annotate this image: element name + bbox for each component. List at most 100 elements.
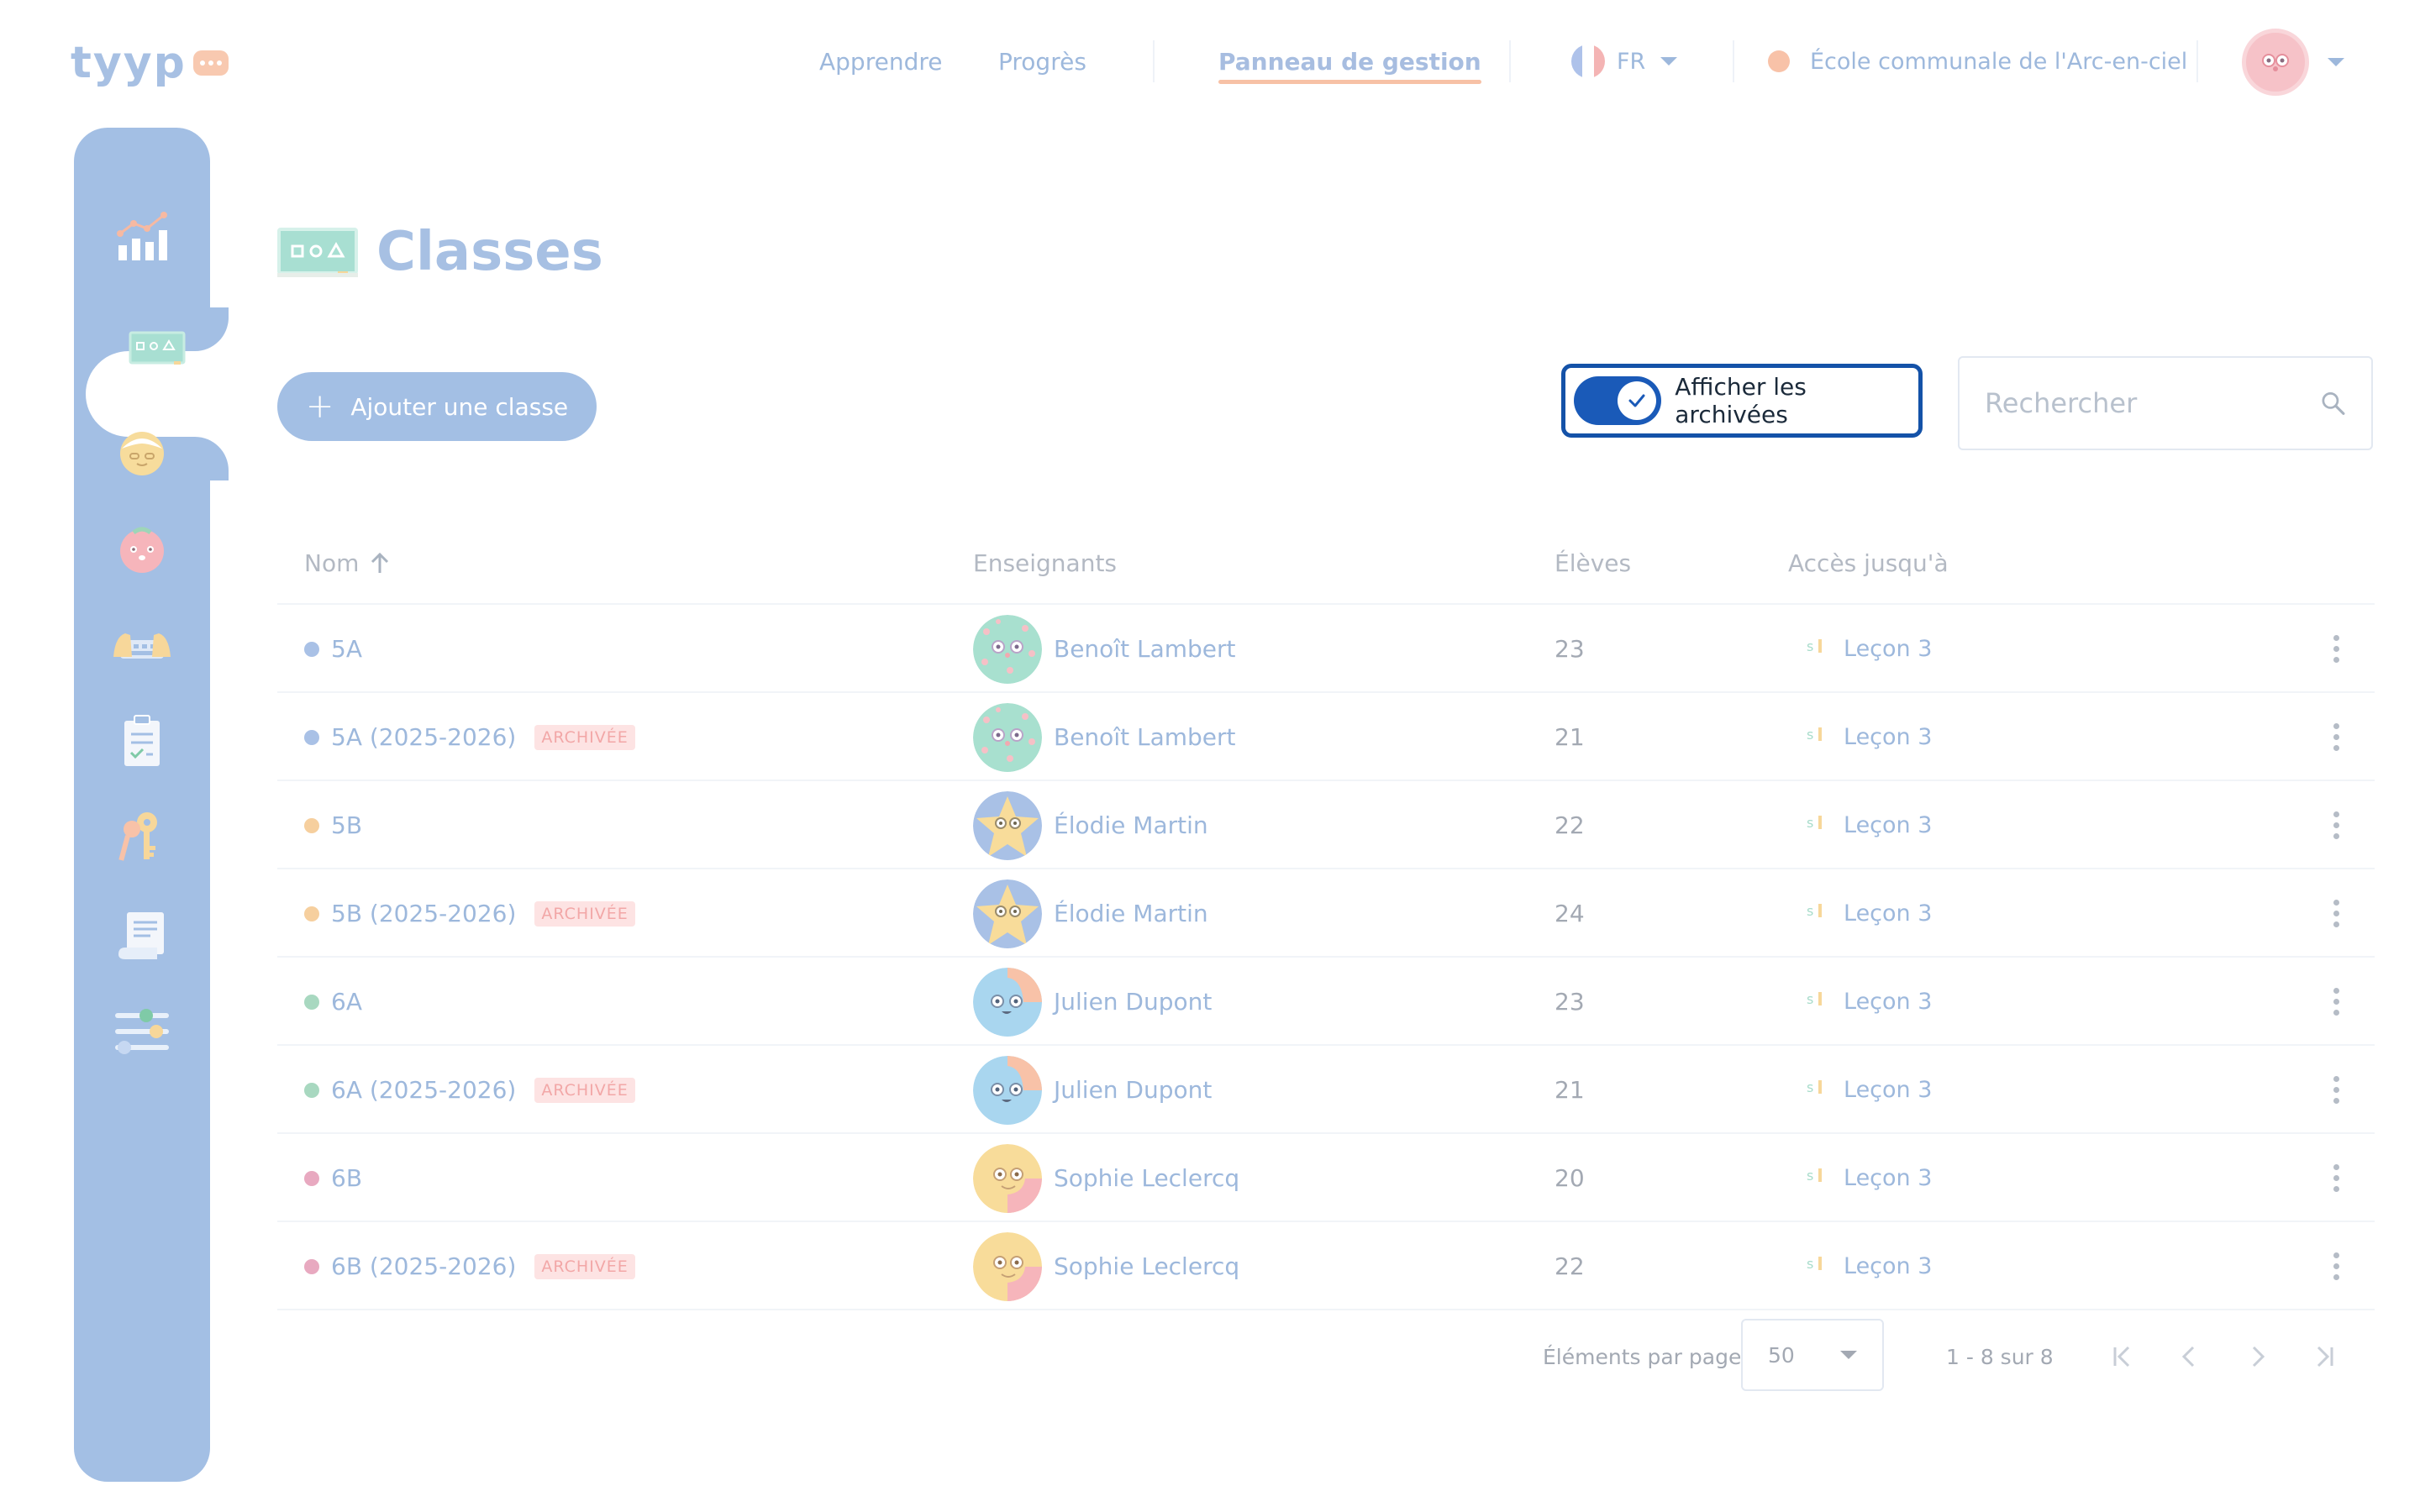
teacher-name[interactable]: Sophie Leclercq — [1054, 1164, 1239, 1192]
svg-text:s: s — [1807, 727, 1813, 743]
user-menu[interactable] — [2242, 29, 2344, 96]
next-page-button[interactable] — [2232, 1331, 2282, 1382]
nav-admin-panel[interactable]: Panneau de gestion — [1218, 34, 1481, 89]
last-page-icon — [2317, 1346, 2333, 1368]
sidebar-item-classes[interactable] — [86, 307, 229, 391]
archived-badge: ARCHIVÉE — [534, 1253, 635, 1279]
row-menu-button[interactable] — [2302, 605, 2370, 693]
column-header-label: Enseignants — [973, 549, 1118, 577]
row-menu-button[interactable] — [2302, 958, 2370, 1046]
table-row[interactable]: 5A Benoît Lambert 23 s Leçon 3 — [277, 605, 2375, 693]
row-menu-button[interactable] — [2302, 1046, 2370, 1134]
class-name-cell[interactable]: 6A — [304, 958, 362, 1046]
access-cell: s Leçon 3 — [1807, 869, 1932, 958]
language-selector[interactable]: FR — [1571, 42, 1678, 81]
previous-page-button[interactable] — [2165, 1331, 2215, 1382]
teacher-name[interactable]: Élodie Martin — [1054, 900, 1208, 927]
class-name: 6A (2025-2026) — [331, 1076, 517, 1104]
column-header-label: Accès jusqu'à — [1788, 549, 1949, 577]
first-page-icon — [2113, 1346, 2130, 1368]
add-class-button[interactable]: + Ajouter une classe — [277, 372, 597, 441]
sidebar-item-settings[interactable] — [74, 990, 210, 1074]
teacher-name[interactable]: Julien Dupont — [1054, 1076, 1212, 1104]
teacher-name[interactable]: Julien Dupont — [1054, 988, 1212, 1016]
page-header: Classes — [277, 210, 603, 294]
sidebar-item-students[interactable] — [74, 507, 210, 591]
table-row[interactable]: 6B Sophie Leclercq 20 s Leçon 3 — [277, 1134, 2375, 1222]
table-row[interactable]: 6B (2025-2026) ARCHIVÉE Sophie Leclercq 22 s… — [277, 1222, 2375, 1310]
teacher-cell: Élodie Martin — [973, 869, 1208, 958]
teacher-cell: Benoît Lambert — [973, 693, 1236, 781]
class-name-cell[interactable]: 5A (2025-2026) ARCHIVÉE — [304, 693, 635, 781]
sidebar-item-typing[interactable] — [74, 603, 210, 687]
archived-badge: ARCHIVÉE — [534, 1077, 635, 1103]
student-avatar-icon — [120, 527, 164, 573]
table-row[interactable]: 6A Julien Dupont 23 s Leçon 3 — [277, 958, 2375, 1046]
table-row[interactable]: 5B Élodie Martin 22 s Leçon 3 — [277, 781, 2375, 869]
row-menu-button[interactable] — [2302, 1222, 2370, 1310]
svg-text:s: s — [1807, 1256, 1813, 1272]
column-header-name[interactable]: Nom — [304, 521, 391, 605]
nav-learn[interactable]: Apprendre — [819, 34, 942, 89]
teacher-avatar — [973, 1055, 1042, 1125]
school-selector[interactable]: École communale de l'Arc-en-ciel — [1768, 42, 2187, 81]
class-name-cell[interactable]: 5A — [304, 605, 362, 693]
class-name-cell[interactable]: 6A (2025-2026) ARCHIVÉE — [304, 1046, 635, 1134]
app-root: tyyp Apprendre Progrès Panneau de gestio… — [0, 0, 2420, 1512]
lesson-icon: s — [1807, 1165, 1827, 1191]
svg-text:s: s — [1807, 903, 1813, 919]
teacher-avatar — [973, 1231, 1042, 1301]
plus-icon: + — [305, 387, 334, 426]
table-row[interactable]: 5B (2025-2026) ARCHIVÉE Élodie Martin 24 s Le… — [277, 869, 2375, 958]
pagination-range: 1 - 8 sur 8 — [1946, 1344, 2054, 1369]
search-input[interactable] — [1985, 387, 2320, 419]
clipboard-icon — [124, 715, 160, 766]
table-row[interactable]: 6A (2025-2026) ARCHIVÉE Julien Dupont 21 s Le… — [277, 1046, 2375, 1134]
teacher-name[interactable]: Benoît Lambert — [1054, 635, 1236, 663]
teacher-name[interactable]: Benoît Lambert — [1054, 723, 1236, 751]
app-logo[interactable]: tyyp — [71, 34, 229, 92]
access-lesson: Leçon 3 — [1844, 636, 1933, 662]
sidebar-item-teachers[interactable] — [74, 410, 210, 494]
class-name-cell[interactable]: 5B (2025-2026) ARCHIVÉE — [304, 869, 635, 958]
sidebar-item-licenses[interactable] — [74, 796, 210, 880]
class-name-cell[interactable]: 6B — [304, 1134, 362, 1222]
row-menu-button[interactable] — [2302, 693, 2370, 781]
access-cell: s Leçon 3 — [1807, 605, 1932, 693]
teacher-avatar-icon — [120, 432, 164, 475]
access-lesson: Leçon 3 — [1844, 812, 1933, 838]
nav-progress[interactable]: Progrès — [998, 34, 1086, 89]
teacher-name[interactable]: Sophie Leclercq — [1054, 1252, 1239, 1280]
row-menu-button[interactable] — [2302, 869, 2370, 958]
archived-badge: ARCHIVÉE — [534, 900, 635, 927]
first-page-button[interactable] — [2097, 1331, 2148, 1382]
sidebar-item-assignments[interactable] — [74, 699, 210, 783]
class-color-dot — [304, 1258, 319, 1274]
row-menu-button[interactable] — [2302, 1134, 2370, 1222]
student-count: 22 — [1555, 811, 1585, 839]
chevron-left-icon — [2181, 1346, 2195, 1368]
show-archived-toggle[interactable]: Afficher les archivées — [1561, 364, 1923, 438]
speech-bubble-icon — [192, 50, 229, 76]
teacher-name[interactable]: Élodie Martin — [1054, 811, 1208, 839]
show-archived-label: Afficher les archivées — [1675, 373, 1807, 428]
toggle-switch[interactable] — [1574, 376, 1662, 425]
class-name: 6B (2025-2026) — [331, 1252, 517, 1280]
class-name-cell[interactable]: 5B — [304, 781, 362, 869]
teacher-avatar — [973, 790, 1042, 860]
student-count: 21 — [1555, 723, 1585, 751]
teacher-avatar — [973, 702, 1042, 772]
teacher-avatar — [973, 879, 1042, 948]
items-per-page-select[interactable]: 50 — [1741, 1319, 1884, 1391]
class-name-cell[interactable]: 6B (2025-2026) ARCHIVÉE — [304, 1222, 635, 1310]
sidebar-item-invoices[interactable] — [74, 894, 210, 978]
lesson-icon: s — [1807, 812, 1827, 838]
svg-text:s: s — [1807, 815, 1813, 831]
sidebar-item-statistics[interactable] — [74, 195, 210, 279]
row-menu-button[interactable] — [2302, 781, 2370, 869]
more-vertical-icon — [2333, 1252, 2339, 1280]
receipt-icon — [118, 912, 164, 959]
last-page-button[interactable] — [2299, 1331, 2349, 1382]
search-icon[interactable] — [2320, 386, 2346, 420]
table-row[interactable]: 5A (2025-2026) ARCHIVÉE Benoît Lambert 21 s L… — [277, 693, 2375, 781]
